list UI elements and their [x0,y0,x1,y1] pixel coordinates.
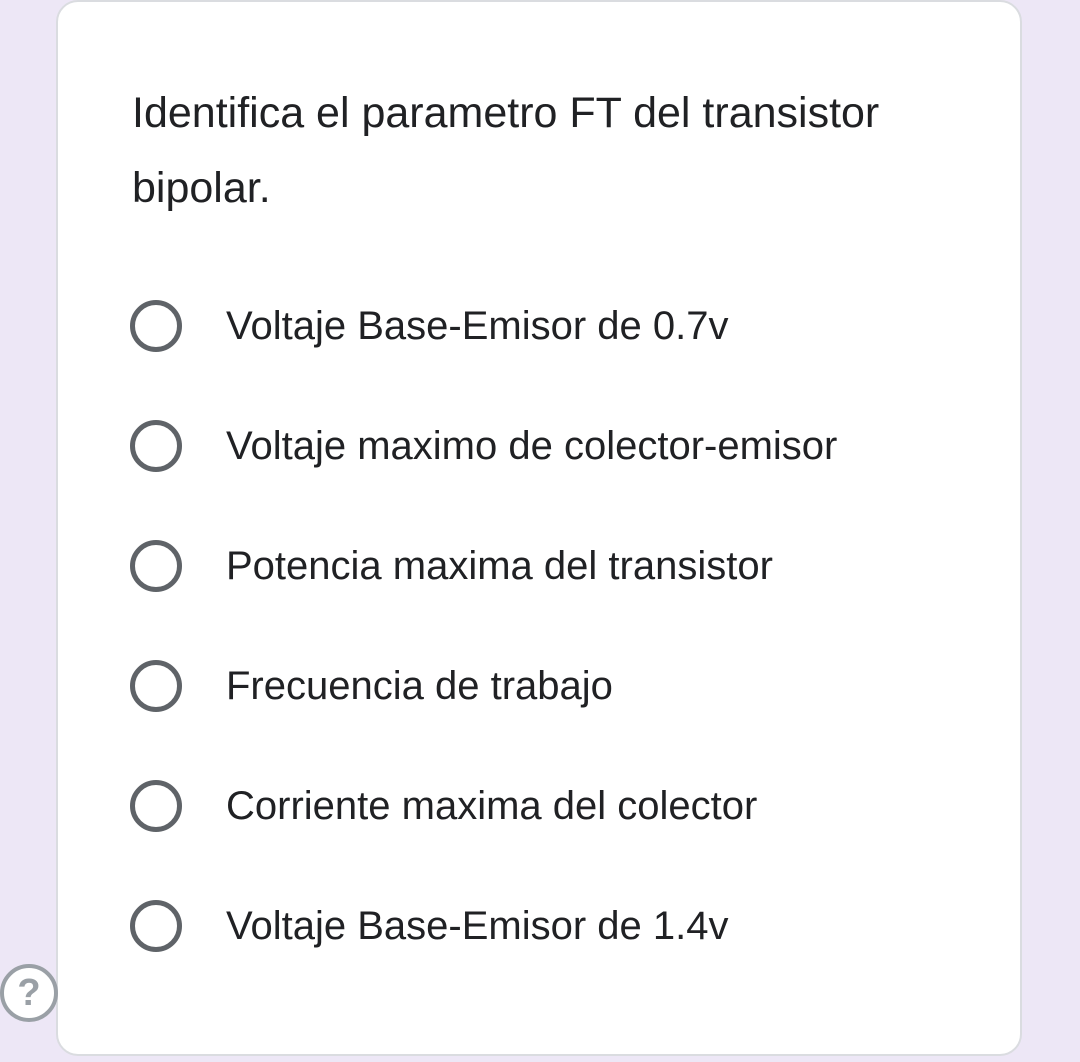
option-frecuencia-de-trabajo[interactable]: Frecuencia de trabajo [130,626,990,746]
option-label: Corriente maxima del colector [226,783,758,828]
option-label: Voltaje Base-Emisor de 1.4v [226,903,729,948]
option-voltaje-maximo-colector-emisor[interactable]: Voltaje maximo de colector-emisor [130,386,990,506]
option-label: Voltaje maximo de colector-emisor [226,423,838,468]
option-potencia-maxima[interactable]: Potencia maxima del transistor [130,506,990,626]
answer-options: Voltaje Base-Emisor de 0.7v Voltaje maxi… [130,266,990,986]
question-title: Identifica el parametro FT del transisto… [132,89,880,212]
option-voltaje-base-emisor-1-4v[interactable]: Voltaje Base-Emisor de 1.4v [130,866,990,986]
question-card: Identifica el parametro FT del transisto… [56,0,1022,1056]
question-mark-glyph: ? [17,971,41,1014]
radio-button[interactable] [130,900,182,952]
help-icon[interactable]: ? [0,964,58,1022]
radio-button[interactable] [130,420,182,472]
radio-button[interactable] [130,540,182,592]
option-voltaje-base-emisor-0-7v[interactable]: Voltaje Base-Emisor de 0.7v [130,266,990,386]
option-corriente-maxima-colector[interactable]: Corriente maxima del colector [130,746,990,866]
radio-button[interactable] [130,300,182,352]
option-label: Potencia maxima del transistor [226,543,773,588]
radio-button[interactable] [130,780,182,832]
option-label: Frecuencia de trabajo [226,663,613,708]
radio-button[interactable] [130,660,182,712]
option-label: Voltaje Base-Emisor de 0.7v [226,303,729,348]
